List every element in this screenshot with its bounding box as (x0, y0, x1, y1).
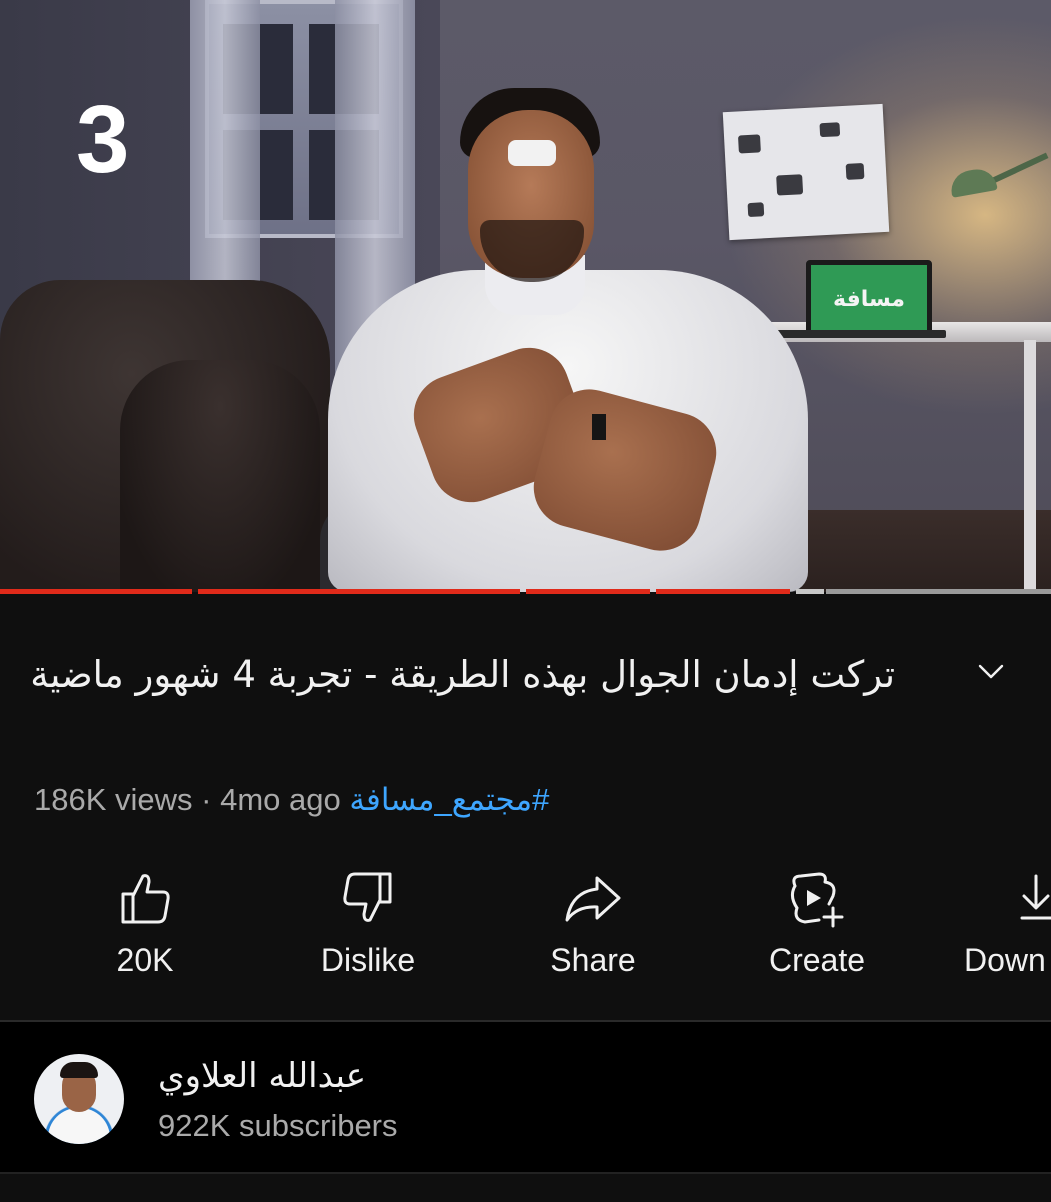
chapter-segment[interactable] (526, 589, 650, 594)
bottom-strip (0, 1172, 1051, 1202)
share-button[interactable]: Share (503, 868, 683, 988)
create-label: Create (768, 942, 866, 978)
pocket-pen (592, 414, 606, 440)
forehead-sticker (508, 140, 556, 166)
avatar[interactable] (34, 1054, 124, 1144)
thumbs-down-icon (343, 872, 392, 922)
hashtag-link[interactable]: #مجتمع_مسافة (349, 782, 549, 817)
lamp-arm (991, 152, 1049, 184)
chevron-down-icon[interactable] (976, 656, 1006, 686)
share-label: Share (550, 942, 636, 978)
channel-row[interactable]: عبدالله العلاوي 922K subscribers (0, 1022, 1051, 1172)
chapter-segment[interactable] (0, 589, 192, 594)
download-button[interactable]: Down (964, 868, 1051, 988)
meta-separator: · (201, 782, 212, 817)
sofa-arm (120, 360, 320, 592)
desk-leg (1024, 340, 1036, 592)
chapter-segment[interactable] (796, 589, 824, 594)
chapter-progress-bar[interactable] (0, 589, 1051, 594)
create-button[interactable]: Create (727, 868, 907, 988)
pin-board (722, 103, 890, 241)
laptop-screen: مسافة (806, 260, 932, 338)
like-count: 20K (116, 942, 174, 978)
chapter-segment[interactable] (826, 589, 1051, 594)
laptop-base (776, 330, 946, 338)
video-player[interactable]: مسافة 3 (0, 0, 1051, 592)
share-icon (565, 876, 621, 922)
like-button[interactable]: 20K (55, 868, 235, 988)
desk-lamp (948, 166, 998, 198)
dislike-button[interactable]: Dislike (278, 868, 458, 988)
laptop-logo: مسافة (832, 286, 905, 312)
action-bar: 20K Dislike Share Create Down (0, 868, 1051, 988)
create-icon (790, 872, 844, 928)
upload-age: 4mo ago (220, 782, 341, 817)
view-count: 186K views (34, 782, 193, 817)
channel-name[interactable]: عبدالله العلاوي (158, 1056, 366, 1096)
thumbs-up-icon (121, 874, 170, 924)
download-label: Down (964, 942, 1046, 978)
dislike-label: Dislike (320, 942, 416, 978)
subscriber-count: 922K subscribers (158, 1108, 398, 1143)
video-meta: 186K views · 4mo ago #مجتمع_مسافة (34, 782, 549, 818)
video-title[interactable]: تركت إدمان الجوال بهذه الطريقة - تجربة 4… (30, 640, 895, 710)
overlay-number: 3 (76, 86, 129, 193)
chapter-segment[interactable] (198, 589, 520, 594)
chapter-segment[interactable] (656, 589, 790, 594)
download-icon (1020, 874, 1051, 920)
